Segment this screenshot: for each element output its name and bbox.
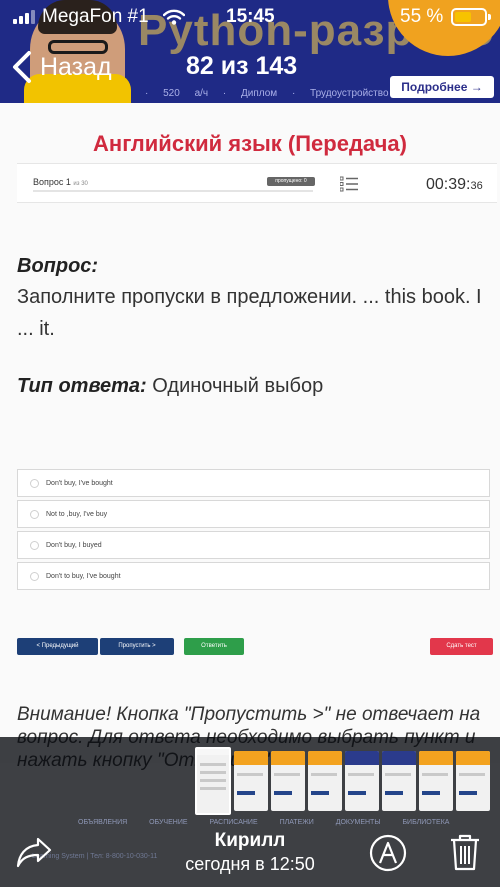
footer-links: ОБЪЯВЛЕНИЯ ОБУЧЕНИЕ РАСПИСАНИЕ ПЛАТЕЖИ Д… [78, 819, 450, 826]
answer-type-label: Тип ответа: [17, 375, 147, 397]
photo-counter: 82 из 143 [186, 52, 298, 80]
course-title: Английский язык (Передача) [93, 131, 407, 156]
signal-icon [13, 10, 35, 24]
thumbnail[interactable] [382, 751, 416, 811]
radio-icon[interactable] [30, 478, 39, 488]
question-label: Вопрос: [17, 255, 99, 277]
radio-icon[interactable] [30, 540, 39, 550]
thumbnail[interactable] [345, 751, 379, 811]
answer-type: Тип ответа: Одиночный выбор [17, 375, 323, 398]
answer-option-text: Don't to buy, I've bought [46, 572, 121, 580]
answer-option[interactable]: Don't to buy, I've bought [17, 562, 490, 590]
timer: 00:39:36 [426, 176, 483, 193]
radio-icon[interactable] [30, 571, 39, 581]
answer-type-value: Одиночный выбор [152, 375, 324, 397]
clock: 15:45 [226, 6, 275, 27]
finish-test-button[interactable]: Сдать тест [430, 638, 493, 655]
previous-button[interactable]: < Предыдущий [17, 638, 98, 655]
status-bar: MegaFon #1 15:45 55 % [0, 0, 500, 34]
viewer-bottom-overlay: ОБЪЯВЛЕНИЯ ОБУЧЕНИЕ РАСПИСАНИЕ ПЛАТЕЖИ Д… [0, 737, 500, 887]
radio-icon[interactable] [30, 509, 39, 519]
answer-options: Don't buy, I've bought Not to ,buy, I've… [17, 469, 490, 593]
answer-option[interactable]: Not to ,buy, I've buy [17, 500, 490, 528]
question-of: из 30 [73, 181, 88, 187]
back-chevron-icon [13, 51, 31, 83]
answer-option[interactable]: Don't buy, I buyed [17, 531, 490, 559]
timer-seconds: 36 [470, 180, 483, 192]
battery-icon [451, 8, 491, 26]
markup-icon[interactable] [369, 834, 407, 872]
back-button[interactable]: Назад [10, 50, 112, 84]
thumbnail[interactable] [271, 751, 305, 811]
list-icon[interactable] [340, 176, 358, 192]
viewer-nav-bar: Назад 82 из 143 [0, 40, 500, 92]
answer-option-text: Don't buy, I've bought [46, 479, 113, 487]
thumbnail-strip [195, 747, 490, 815]
battery-percent: 55 % [400, 6, 444, 27]
back-label: Назад [40, 52, 112, 81]
answer-button[interactable]: Ответить [184, 638, 244, 655]
answer-option[interactable]: Don't buy, I've bought [17, 469, 490, 497]
thumbnail[interactable] [195, 747, 231, 815]
question-text: Заполните пропуски в предложении. ... th… [17, 286, 482, 340]
progress-line [33, 190, 313, 192]
sender-name: Кирилл [214, 830, 286, 851]
skipped-badge: пропущено: 0 [267, 177, 315, 186]
wifi-icon [163, 9, 185, 25]
answer-option-text: Don't buy, I buyed [46, 541, 102, 549]
skip-button[interactable]: Пропустить > [100, 638, 174, 655]
thumbnail[interactable] [308, 751, 342, 811]
answer-option-text: Not to ,buy, I've buy [46, 510, 108, 518]
sent-time: сегодня в 12:50 [185, 854, 315, 874]
thumbnail[interactable] [456, 751, 490, 811]
thumbnail[interactable] [234, 751, 268, 811]
thumbnail[interactable] [419, 751, 453, 811]
question-number: Вопрос 1 из 30 [33, 177, 88, 187]
trash-icon[interactable] [450, 833, 480, 871]
question-progress-bar: Вопрос 1 из 30 пропущено: 0 00:39:36 [17, 163, 497, 203]
carrier-name: MegaFon #1 [42, 6, 149, 27]
test-paper: Английский язык (Передача) Вопрос 1 из 3… [0, 103, 500, 771]
